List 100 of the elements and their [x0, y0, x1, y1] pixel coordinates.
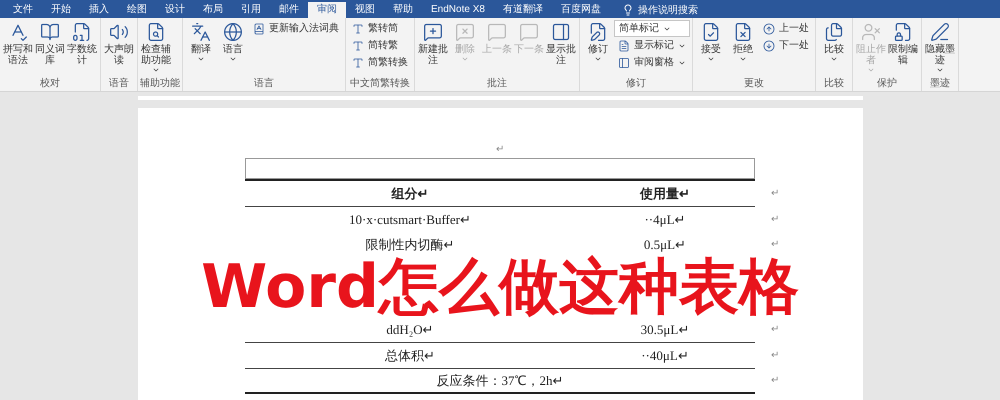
translate-icon [191, 22, 211, 42]
ribbon-button[interactable]: 比较 [819, 18, 849, 78]
group-label: 批注 [486, 78, 508, 91]
ribbon-button[interactable]: 修订 [583, 18, 613, 78]
globe-icon [223, 22, 243, 42]
caret-icon [229, 55, 237, 63]
group-label: 修订 [625, 78, 647, 91]
document-check-icon [701, 22, 721, 42]
ribbon-button[interactable]: 同义词库 [35, 18, 65, 78]
ribbon-button[interactable]: 更新输入法词典 [249, 20, 343, 37]
table-cell-text: 0.5μL↵ [642, 236, 688, 254]
group-label: 比较 [823, 78, 845, 91]
document-icon [618, 40, 630, 52]
book-icon [40, 22, 60, 42]
ribbon-button[interactable]: 新建批注 [418, 18, 448, 78]
menu-tab[interactable]: 帮助 [384, 2, 422, 18]
caret-icon [197, 55, 205, 63]
ribbon-button[interactable]: 拼写和语法 [3, 18, 33, 78]
character-icon [352, 56, 364, 68]
dictionary-icon [253, 22, 265, 34]
row-end-mark: ↵ [771, 374, 779, 388]
table-cell-text: 反应条件：37℃，2h↵ [436, 372, 564, 390]
ribbon-button[interactable]: 繁转简 [348, 20, 412, 37]
menu-tab[interactable]: 百度网盘 [552, 2, 610, 18]
table-cell-text: ddH₂O↵ [385, 320, 435, 339]
ribbon-button[interactable]: 显示标记 [614, 37, 690, 54]
group-label: 更改 [743, 78, 765, 91]
ribbon-button[interactable]: 简转繁 [348, 37, 412, 54]
document-search-icon [146, 22, 166, 42]
menu-tab[interactable]: 视图 [346, 2, 384, 18]
menu-tab[interactable]: 绘图 [118, 2, 156, 18]
ribbon-button[interactable]: 大声朗读 [104, 18, 134, 78]
ribbon-button[interactable]: 显示批注 [546, 18, 576, 78]
caret-icon [152, 66, 160, 74]
table-cell-text: 组分↵ [390, 184, 430, 203]
table-cell-text: 10·x·cutsmart·Buffer↵ [348, 210, 472, 229]
caret-icon [867, 66, 875, 74]
group-label: 墨迹 [929, 78, 951, 91]
comment-icon [519, 22, 539, 42]
ribbon-button[interactable]: 简繁转换 [348, 54, 412, 71]
menu-tab[interactable]: 邮件 [270, 2, 308, 18]
group-label: 中文简繁转换 [349, 78, 411, 91]
caret-icon [936, 66, 944, 74]
menu-tab[interactable]: 引用 [232, 2, 270, 18]
character-icon [352, 22, 364, 34]
ribbon-button[interactable]: 接受 [696, 18, 726, 78]
ribbon-button[interactable]: 隐藏墨迹 [925, 18, 955, 78]
panel-icon [551, 22, 571, 42]
caret-icon [461, 55, 469, 63]
pen-icon [930, 22, 950, 42]
group-label: 语言 [253, 78, 275, 91]
menu-tab[interactable]: 设计 [156, 2, 194, 18]
ribbon-button[interactable]: 审阅窗格 [614, 54, 690, 71]
row-end-mark: ↵ [771, 187, 779, 201]
digits-icon [72, 22, 92, 42]
arrow-down-icon [763, 40, 775, 52]
ribbon-button[interactable]: 语言 [218, 18, 248, 78]
table-cell-text: 总体积↵ [384, 346, 436, 365]
caret-icon [830, 55, 838, 63]
row-end-mark: ↵ [771, 349, 779, 363]
menu-tab[interactable]: 插入 [80, 2, 118, 18]
comment-plus-icon [423, 22, 443, 42]
comment-delete-icon [455, 22, 475, 42]
table-cell-text: ··40μL↵ [640, 346, 690, 365]
caret-icon [707, 55, 715, 63]
tell-me-field[interactable]: 操作说明搜索 [622, 2, 698, 18]
documents-icon [824, 22, 844, 42]
caret-icon [594, 55, 602, 63]
group-label: 语音 [108, 78, 130, 91]
table-cell-text: 30.5μL↵ [640, 320, 690, 339]
group-label: 辅助功能 [140, 78, 180, 91]
ribbon-button[interactable]: 限制编辑 [888, 18, 918, 78]
ribbon-button[interactable]: 下一处 [759, 37, 813, 54]
paragraph-mark: ↵ [496, 143, 504, 156]
menu-tab[interactable]: 布局 [194, 2, 232, 18]
comment-icon [487, 22, 507, 42]
document-lock-icon [893, 22, 913, 42]
speaker-icon [109, 22, 129, 42]
group-label: 保护 [876, 78, 898, 91]
user-blocked-icon [861, 22, 881, 42]
menu-tab[interactable]: 文件 [4, 2, 42, 18]
row-end-mark: ↵ [771, 213, 779, 227]
ribbon-button[interactable]: 拒绝 [728, 18, 758, 78]
menu-tab[interactable]: 有道翻译 [494, 2, 552, 18]
menu-tab[interactable]: 开始 [42, 2, 80, 18]
ribbon-button[interactable]: 检查辅助功能 [141, 18, 171, 78]
ribbon-button[interactable]: 上一处 [759, 20, 813, 37]
menu-tab[interactable]: EndNote X8 [422, 2, 494, 18]
row-end-mark: ↵ [771, 323, 779, 337]
arrow-up-icon [763, 22, 775, 34]
menu-tab[interactable]: 审阅 [308, 2, 346, 18]
table-cell-text: 使用量↵ [638, 184, 691, 203]
character-icon [352, 40, 364, 52]
lightbulb-icon [622, 4, 634, 16]
row-end-mark: ↵ [771, 238, 779, 252]
document-pen-icon [588, 22, 608, 42]
table-cell-text: 限制性内切酶↵ [364, 236, 456, 254]
ribbon-button[interactable]: 字数统计 [67, 18, 97, 78]
markup-dropdown[interactable]: 简单标记 [614, 20, 690, 37]
ribbon-button[interactable]: 翻译 [186, 18, 216, 78]
